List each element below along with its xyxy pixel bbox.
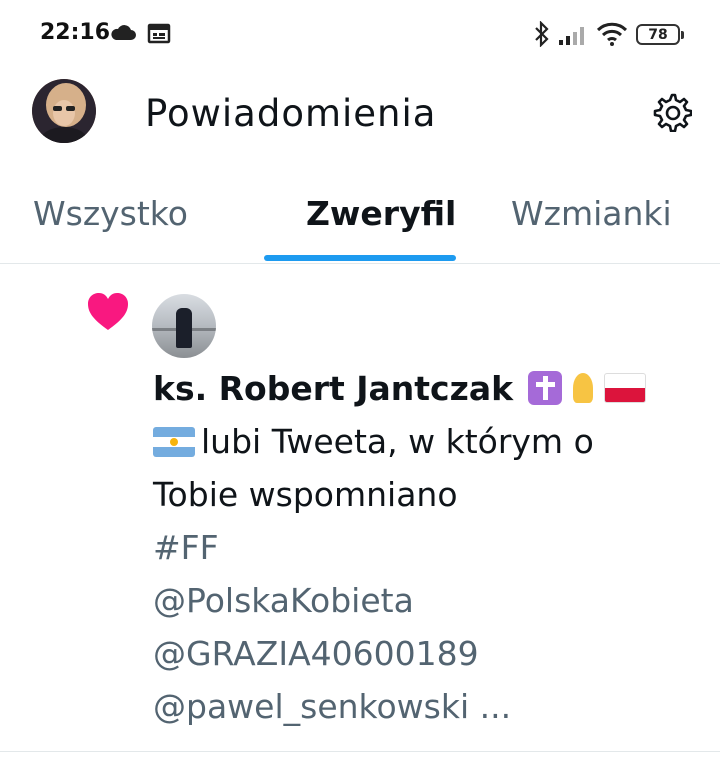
settings-button[interactable] <box>650 90 694 134</box>
battery-icon: 78 <box>636 24 684 45</box>
avatar-figure <box>176 308 192 348</box>
cloud-icon <box>110 24 136 46</box>
status-bar: 22:16 78 <box>0 0 720 70</box>
profile-avatar[interactable] <box>32 79 96 143</box>
latin-cross-emoji <box>527 371 562 405</box>
action-text-line-1: lubi Tweeta, w którym o <box>201 422 594 461</box>
wifi-icon <box>596 22 628 50</box>
tweet-mention[interactable]: @pawel_senkowski ... <box>153 680 698 733</box>
tab-all[interactable]: Wszystko <box>33 176 188 264</box>
notification-text: ks. Robert Jantczak lubi Tweeta, w który… <box>153 362 698 733</box>
page-title: Powiadomienia <box>145 92 437 135</box>
tab-all-label: Wszystko <box>33 194 188 233</box>
action-text-line-2: Tobie wspomniano <box>153 475 458 514</box>
tweet-mention[interactable]: @GRAZIA40600189 <box>153 627 698 680</box>
folded-hands-emoji <box>566 371 600 405</box>
status-time: 22:16 <box>40 20 111 45</box>
tweet-hashtag[interactable]: #FF <box>153 521 698 574</box>
tab-verified[interactable]: Zweryfil <box>306 176 456 264</box>
gear-icon <box>653 93 692 132</box>
argentina-flag-emoji <box>153 427 195 457</box>
heart-icon <box>86 292 130 336</box>
tweet-mention[interactable]: @PolskaKobieta <box>153 574 698 627</box>
user-name[interactable]: ks. Robert Jantczak <box>153 369 513 408</box>
bluetooth-icon <box>533 20 551 51</box>
active-tab-indicator <box>264 255 456 261</box>
profile-avatar-image <box>32 79 96 143</box>
notification-tabs: Wszystko Zweryfil Wzmianki <box>0 176 720 264</box>
poland-flag-emoji <box>603 373 646 403</box>
user-avatar[interactable] <box>152 294 216 358</box>
signal-icon <box>558 24 588 50</box>
notification-item[interactable]: ks. Robert Jantczak lubi Tweeta, w który… <box>0 264 720 752</box>
header: Powiadomienia <box>0 70 720 160</box>
tab-mentions-label: Wzmianki <box>511 194 672 233</box>
tab-verified-label: Zweryfil <box>306 194 457 233</box>
tab-mentions[interactable]: Wzmianki <box>511 176 672 264</box>
calendar-icon <box>147 22 171 48</box>
